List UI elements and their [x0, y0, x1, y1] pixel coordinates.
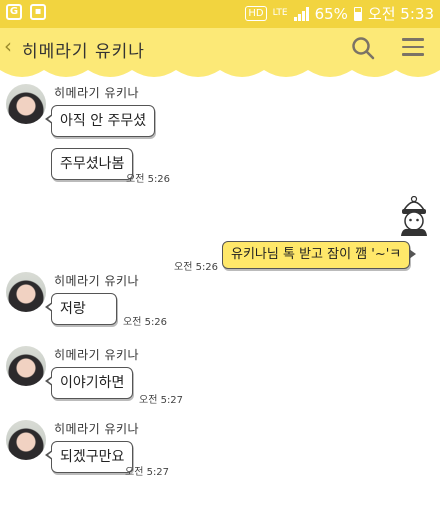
signal-icon [293, 6, 309, 21]
avatar[interactable] [6, 272, 46, 312]
status-bar: G ▪ HD LTE 65% 오전 5:33 [0, 0, 440, 28]
chat-header: ‹ 히메라기 유키나 [0, 28, 440, 68]
network-type: LTE [272, 8, 288, 18]
gallery-notification-icon: ▪ [30, 4, 46, 20]
battery-icon [353, 6, 362, 21]
message-bubble[interactable]: 아직 안 주무셨 [44, 105, 156, 137]
message-time: 오전 5:26 [126, 174, 171, 185]
message-bubble[interactable]: 되겠구만요 [44, 441, 134, 473]
sender-name: 히메라기 유키나 [54, 348, 140, 362]
message-time: 오전 5:26 [174, 262, 219, 273]
message-bubble[interactable]: 주무셨나봄 [51, 148, 134, 180]
sender-name: 히메라기 유키나 [54, 274, 140, 288]
message-time: 오전 5:27 [125, 467, 170, 478]
chevron-left-icon[interactable]: ‹ [4, 34, 12, 58]
avatar[interactable] [6, 346, 46, 386]
message-bubble[interactable]: 이야기하면 [44, 367, 134, 399]
search-icon[interactable] [350, 35, 376, 61]
battery-percent: 65% [314, 4, 348, 23]
menu-icon[interactable] [402, 38, 424, 58]
app-notification-icon: G [6, 4, 22, 20]
sticker-character-icon [401, 196, 427, 236]
message-time: 오전 5:27 [139, 395, 184, 406]
my-message-bubble[interactable]: 유키나님 톡 받고 잠이 깸 '~'ㅋ [222, 241, 417, 269]
sender-name: 히메라기 유키나 [54, 422, 140, 436]
chat-title[interactable]: 히메라기 유키나 [22, 37, 145, 62]
header-scallop-border [0, 68, 440, 77]
avatar[interactable] [6, 84, 46, 124]
message-bubble[interactable]: 저랑 [45, 293, 117, 325]
sender-name: 히메라기 유키나 [54, 86, 140, 100]
avatar[interactable] [6, 420, 46, 460]
hd-voice-icon: HD [245, 6, 267, 21]
message-time: 오전 5:26 [123, 317, 168, 328]
clock: 오전 5:33 [367, 5, 434, 23]
